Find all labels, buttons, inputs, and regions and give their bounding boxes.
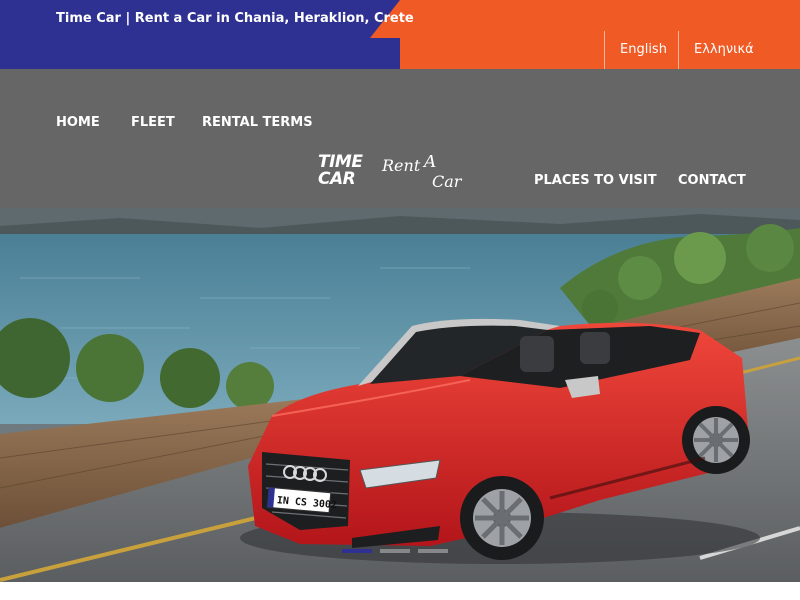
logo-script-line2: Car [432, 172, 463, 191]
nav-places-to-visit[interactable]: PLACES TO VISIT [534, 173, 657, 188]
language-greek-link[interactable]: Ελληνικά [678, 31, 769, 69]
top-bar: Time Car | Rent a Car in Chania, Herakli… [0, 0, 800, 69]
main-navigation: HOME FLEET RENTAL TERMS TIME CAR Rent A … [0, 69, 800, 208]
nav-contact[interactable]: CONTACT [678, 173, 746, 188]
slider-dot[interactable] [418, 549, 448, 553]
logo-script-line1: Rent [381, 156, 421, 175]
site-logo[interactable]: TIME CAR Rent A Car [316, 153, 486, 193]
hero-image: IN CS 3002 [0, 208, 800, 582]
logo-script: Rent A Car [381, 155, 463, 191]
slider-dot[interactable] [380, 549, 410, 553]
site-tagline: Time Car | Rent a Car in Chania, Herakli… [56, 11, 414, 26]
slider-dot[interactable] [342, 549, 372, 553]
nav-rental-terms[interactable]: RENTAL TERMS [202, 115, 313, 130]
language-english-link[interactable]: English [604, 31, 682, 69]
logo-script-a: A [422, 155, 436, 172]
slider-pagination [342, 549, 448, 553]
nav-home[interactable]: HOME [56, 115, 100, 130]
hero-slider: IN CS 3002 [0, 208, 800, 582]
logo-text-car: CAR [318, 169, 356, 189]
nav-fleet[interactable]: FLEET [131, 115, 175, 130]
